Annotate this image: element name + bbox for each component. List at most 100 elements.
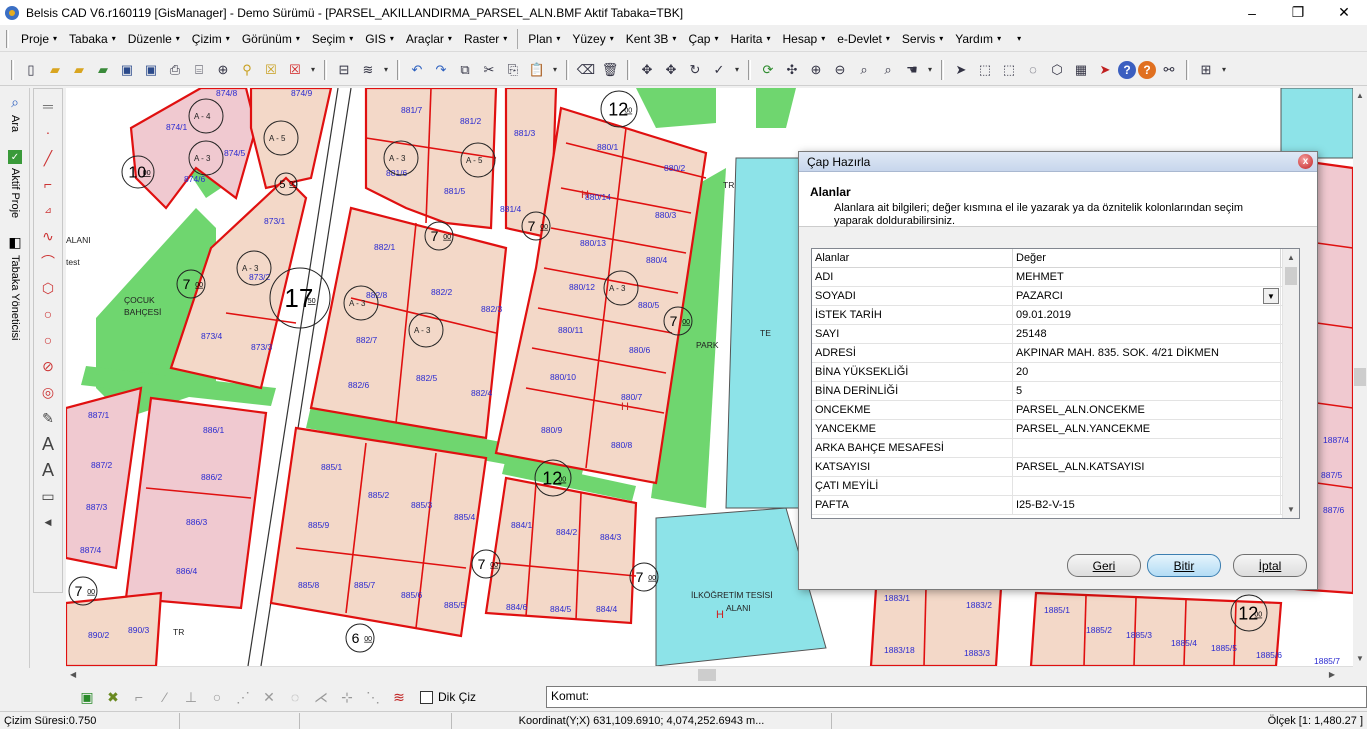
parcel-number-label[interactable]: 873/4 <box>201 331 223 341</box>
snap-end-icon[interactable]: ⌐ <box>128 686 150 708</box>
grid-row[interactable]: SOYADI PAZARCI ▼ <box>812 287 1299 306</box>
select-info-icon[interactable]: ➤ <box>1094 59 1116 81</box>
parcel-number-label[interactable]: 874/6 <box>184 174 206 184</box>
parcel-number-label[interactable]: 880/13 <box>580 238 606 248</box>
parcel-number-label[interactable]: 882/1 <box>374 242 396 252</box>
parcel-number-label[interactable]: 874/8 <box>216 88 238 98</box>
parcel-number-label[interactable]: 881/4 <box>500 204 522 214</box>
toolbar-dropdown-icon[interactable]: ▾ <box>924 65 936 74</box>
back-button[interactable]: Geri <box>1067 554 1141 577</box>
copy-format-icon[interactable]: ⧉ <box>454 59 476 81</box>
map-thumb-icon[interactable]: ▣ <box>76 686 98 708</box>
grid-row[interactable]: SAYI 25148 <box>812 325 1299 344</box>
menu-araçlar[interactable]: Araçlar ▾ <box>400 28 458 50</box>
parcel-number-label[interactable]: 880/3 <box>655 210 677 220</box>
toolbar-handle-icon[interactable]: ═ <box>36 94 60 118</box>
parcel-number-label[interactable]: 885/6 <box>401 590 423 600</box>
parcel-number-label[interactable]: 881/5 <box>444 186 466 196</box>
toolbar-grip[interactable] <box>566 59 569 80</box>
parcel-number-label[interactable]: 885/4 <box>454 512 476 522</box>
parcel-number-label[interactable]: 881/6 <box>386 168 408 178</box>
parcel-number-label[interactable]: 880/6 <box>629 345 651 355</box>
command-input[interactable]: Komut: <box>546 686 1367 708</box>
zoom-out-icon[interactable]: ⊖ <box>829 59 851 81</box>
circle-icon[interactable]: ○ <box>36 302 60 326</box>
field-value-cell[interactable] <box>1013 477 1281 496</box>
parcel-number-label[interactable]: 884/5 <box>550 604 572 614</box>
parcel-number-label[interactable]: 887/2 <box>91 460 113 470</box>
grid-row[interactable]: KATSAYISI PARSEL_ALN.KATSAYISI <box>812 458 1299 477</box>
toolbar-grip[interactable] <box>748 59 751 80</box>
select-cross-icon[interactable]: ⬚ <box>998 59 1020 81</box>
parcel-number-label[interactable]: 1887/4 <box>1323 435 1349 445</box>
parcel-number-label[interactable]: 886/2 <box>201 472 223 482</box>
grid-row[interactable]: BİNA DERİNLİĞİ 5 <box>812 382 1299 401</box>
ruler-icon[interactable]: ⊞ <box>1195 59 1217 81</box>
pan-icon[interactable]: ✣ <box>781 59 803 81</box>
print-icon[interactable]: ⎙ <box>164 59 186 81</box>
parcel-number-label[interactable]: 1885/3 <box>1126 630 1152 640</box>
menu-hesap[interactable]: Hesap ▾ <box>777 28 832 50</box>
grid-row[interactable]: ADRESİ AKPINAR MAH. 835. SOK. 4/21 DİKMEN <box>812 344 1299 363</box>
paste-icon[interactable]: 📋 <box>526 59 548 81</box>
parcel-number-label[interactable]: 887/6 <box>1323 505 1345 515</box>
parcel-number-label[interactable]: 884/3 <box>600 532 622 542</box>
circle-3p-icon[interactable]: ○ <box>36 328 60 352</box>
field-value-cell[interactable]: 20 <box>1013 363 1281 382</box>
parcel-number-label[interactable]: 880/8 <box>611 440 633 450</box>
scroll-down-icon[interactable]: ▼ <box>1283 501 1299 518</box>
menu-plan[interactable]: Plan ▾ <box>522 28 566 50</box>
menu-overflow-button[interactable]: ▾ <box>1007 28 1027 50</box>
tab-aktif-proje[interactable]: ✓ Aktif Proje <box>4 150 26 218</box>
parcel-number-label[interactable]: 885/8 <box>298 580 320 590</box>
field-value-cell[interactable]: PARSEL_ALN.KATSAYISI <box>1013 458 1281 477</box>
parcel-number-label[interactable]: 881/2 <box>460 116 482 126</box>
column-header-deger[interactable]: Değer <box>1013 249 1281 268</box>
menu-e-devlet[interactable]: e-Devlet ▾ <box>831 28 896 50</box>
zoom-in-icon[interactable]: ⊕ <box>805 59 827 81</box>
parcel-number-label[interactable]: 1885/6 <box>1256 650 1282 660</box>
parcel-number-label[interactable]: 1883/1 <box>884 593 910 603</box>
curve-icon[interactable]: ∿ <box>36 224 60 248</box>
text-icon[interactable]: A <box>36 432 60 456</box>
tab-ara[interactable]: ⌕ Ara <box>4 94 26 132</box>
open-folder-icon[interactable]: ▰ <box>44 59 66 81</box>
text-line-icon[interactable]: ⊿ <box>36 198 60 222</box>
select-arrow-icon[interactable]: ➤ <box>950 59 972 81</box>
copy-icon[interactable]: ⎘ <box>502 59 524 81</box>
parcel-number-label[interactable]: 885/5 <box>444 600 466 610</box>
menu-kent-3b[interactable]: Kent 3B ▾ <box>620 28 683 50</box>
parcel-number-label[interactable]: 873/1 <box>264 216 286 226</box>
grid-row[interactable]: İSTEK TARİH 09.01.2019 <box>812 306 1299 325</box>
menu-gis[interactable]: GIS ▾ <box>359 28 400 50</box>
snap-grid-icon[interactable]: ⋱ <box>362 686 384 708</box>
parcel-number-label[interactable]: 882/5 <box>416 373 438 383</box>
checkbox-box[interactable] <box>420 690 433 704</box>
parcel-number-label[interactable]: 881/3 <box>514 128 536 138</box>
toolbar-dropdown-icon[interactable]: ▾ <box>380 65 392 74</box>
redo-icon[interactable]: ↷ <box>430 59 452 81</box>
layers-stack-icon[interactable]: ≋ <box>357 59 379 81</box>
dik-ciz-checkbox[interactable]: Dik Çiz <box>420 690 476 704</box>
parcel-number-label[interactable]: 880/1 <box>597 142 619 152</box>
open-recent-icon[interactable]: ▰ <box>68 59 90 81</box>
parcel-number-label[interactable]: 886/1 <box>203 425 225 435</box>
parcel-number-label[interactable]: 887/1 <box>88 410 110 420</box>
circle-fill-icon[interactable]: ◎ <box>36 380 60 404</box>
snap-int-icon[interactable]: ✕ <box>258 686 280 708</box>
parcel-number-label[interactable]: 887/4 <box>80 545 102 555</box>
parcel-number-label[interactable]: 887/5 <box>1321 470 1343 480</box>
grid-row[interactable]: ÇATI MEYİLİ <box>812 477 1299 496</box>
field-value-cell[interactable]: PARSEL_ALN.YANCEKME <box>1013 420 1281 439</box>
parcel-number-label[interactable]: 884/2 <box>556 527 578 537</box>
parcel-number-label[interactable]: 884/6 <box>506 602 528 612</box>
menu-proje[interactable]: Proje ▾ <box>15 28 63 50</box>
mark-icon[interactable]: ☒ <box>260 59 282 81</box>
context-help-icon[interactable]: ? <box>1138 60 1156 79</box>
binoculars-icon[interactable]: ⚯ <box>1158 59 1180 81</box>
parcel-number-label[interactable]: 1885/5 <box>1211 643 1237 653</box>
pointer-tool-icon[interactable]: ✎ <box>36 406 60 430</box>
undo-icon[interactable]: ↶ <box>406 59 428 81</box>
menu-harita[interactable]: Harita ▾ <box>724 28 776 50</box>
parcel-number-label[interactable]: 886/3 <box>186 517 208 527</box>
